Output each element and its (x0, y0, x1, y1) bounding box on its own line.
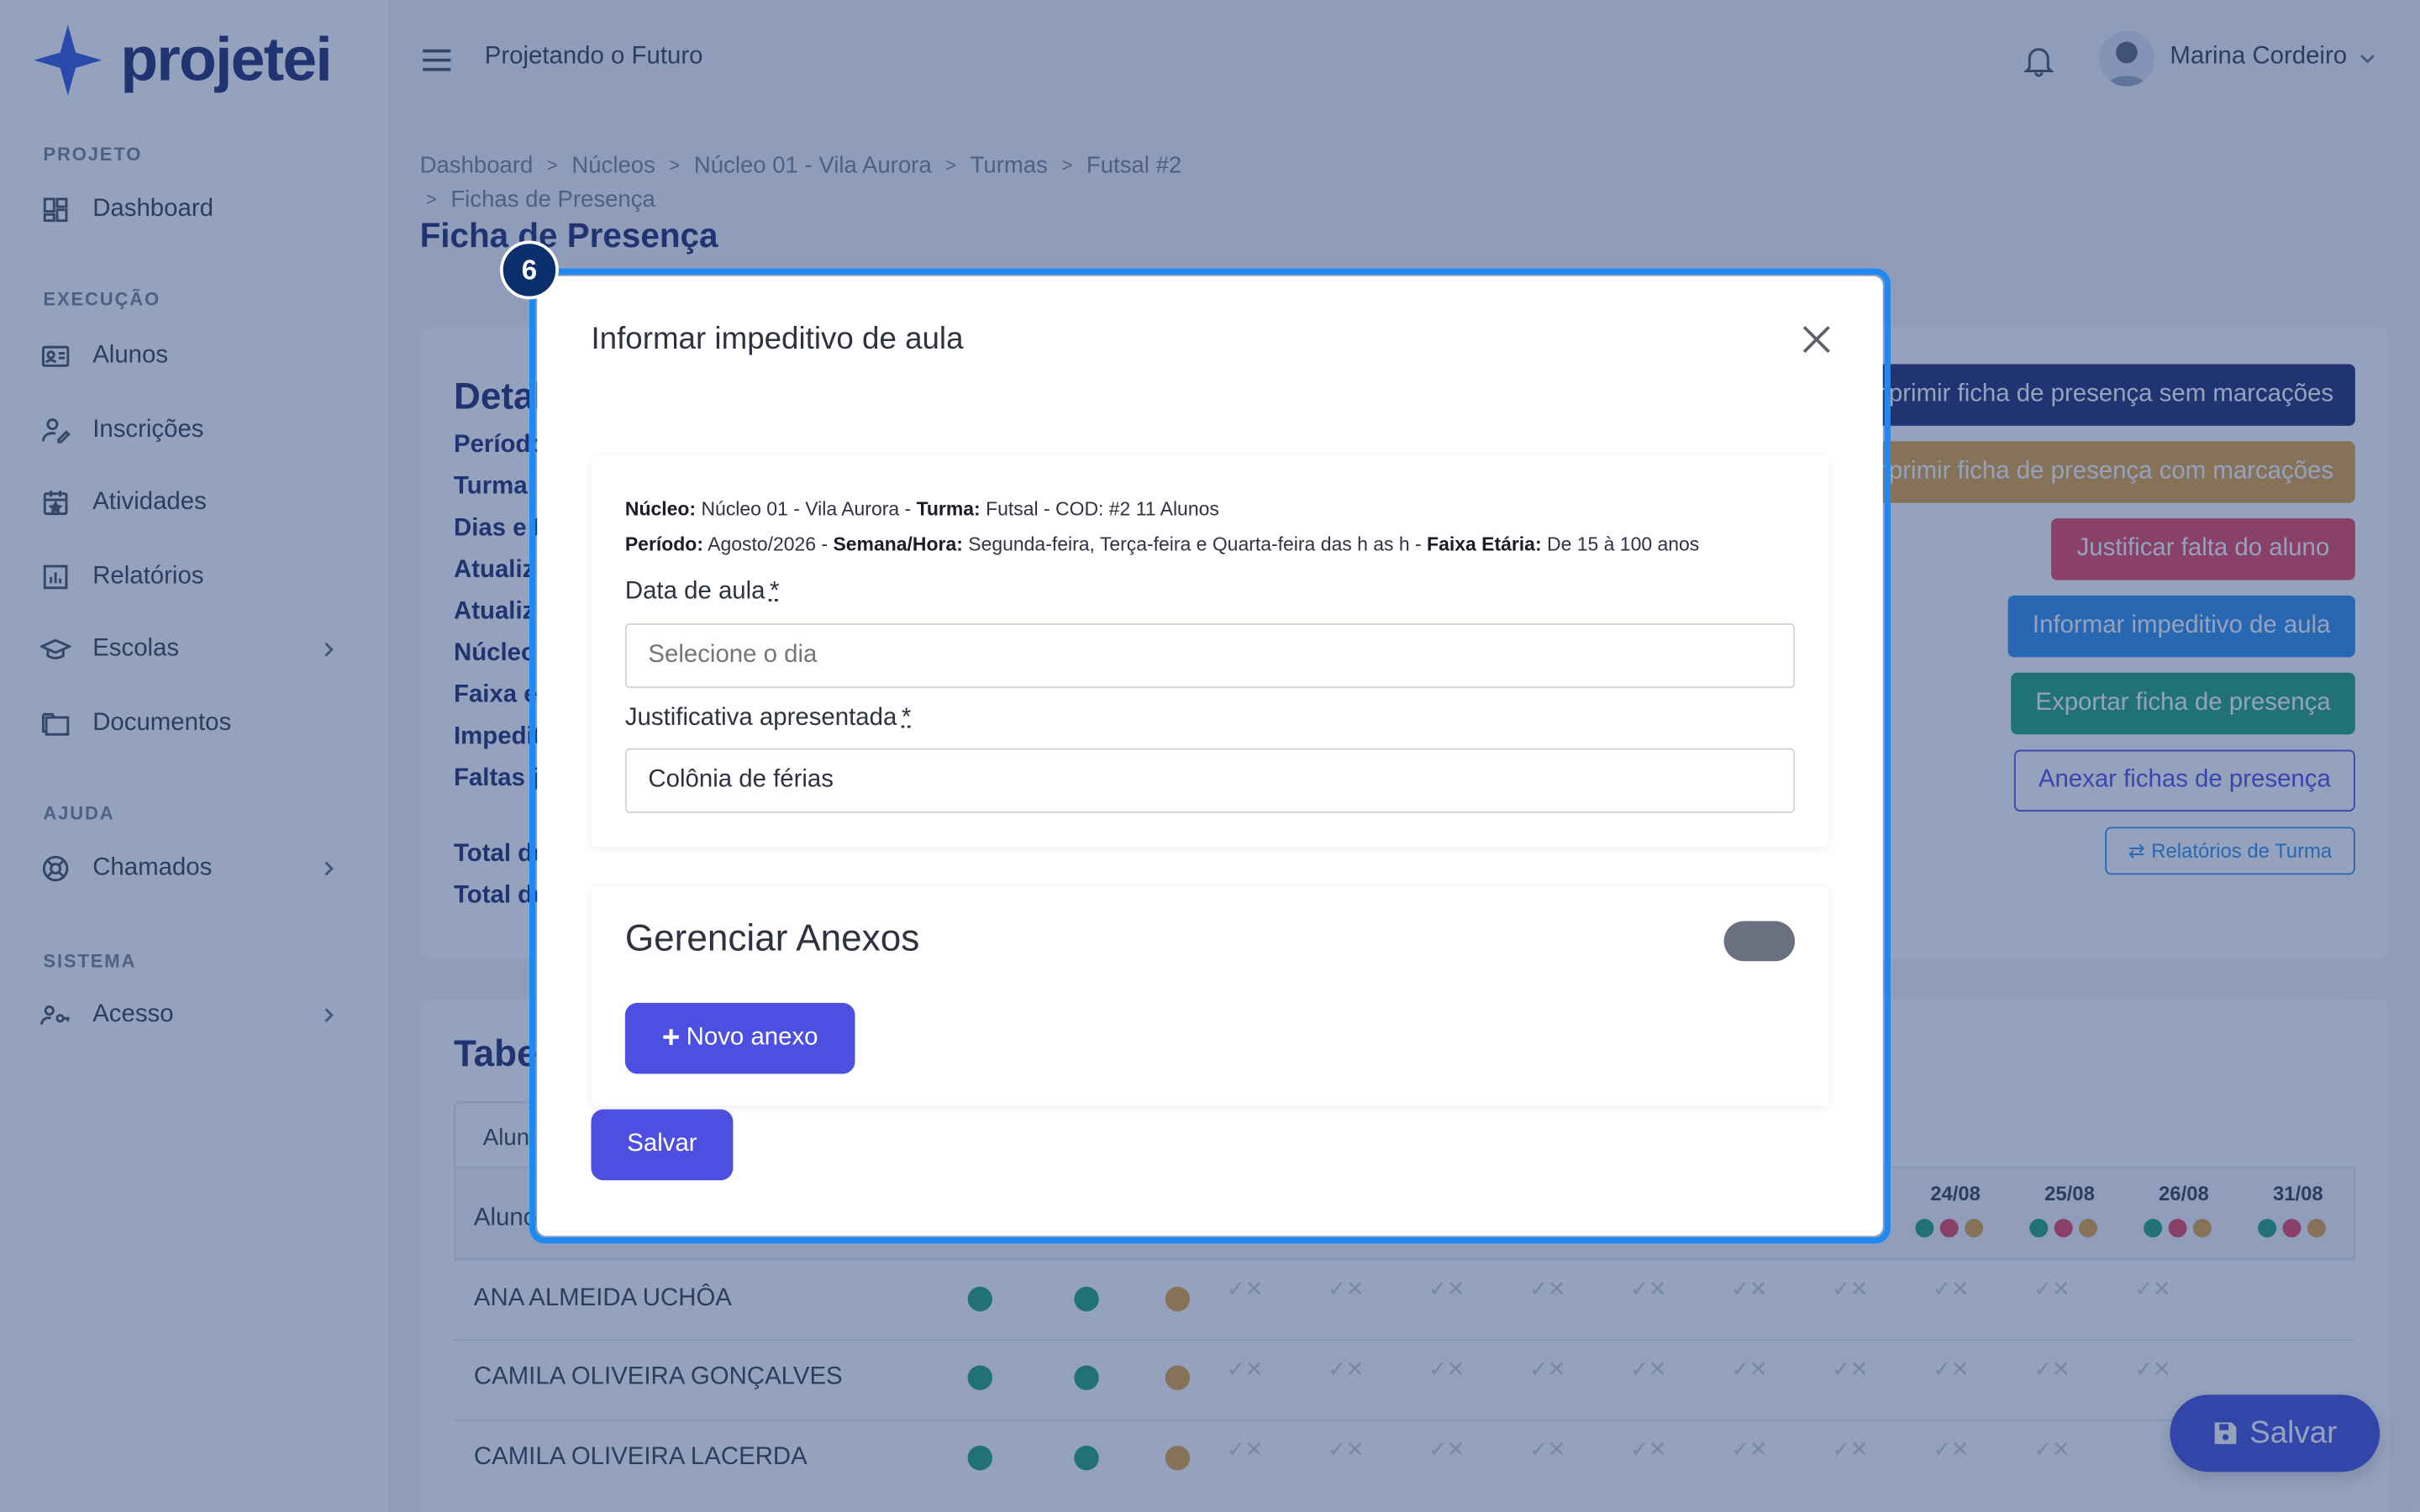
annex-toggle[interactable] (1723, 921, 1796, 962)
justification-input[interactable] (624, 748, 1796, 813)
date-label-text: Data de aula (624, 578, 765, 605)
info-semana-label: Semana/Hora: (833, 533, 963, 556)
info-turma-value: Futsal - COD: #2 11 Alunos (986, 498, 1219, 520)
impediment-modal: Informar impeditivo de aula Núcleo: Núcl… (537, 276, 1883, 1236)
info-semana-value: Segunda-feira, Terça-feira e Quarta-feir… (968, 533, 1428, 556)
modal-title: Informar impeditivo de aula (591, 322, 964, 357)
info-periodo-label: Período: (624, 533, 703, 556)
close-icon[interactable] (1800, 323, 1833, 356)
date-field-label: Data de aula * (625, 579, 780, 606)
modal-save-button[interactable]: Salvar (591, 1109, 734, 1181)
required-mark: * (770, 578, 780, 605)
class-info-card: Núcleo: Núcleo 01 - Vila Aurora - Turma:… (591, 454, 1829, 848)
period-info-line: Período: Agosto/2026 - Semana/Hora: Segu… (625, 533, 1699, 555)
annex-title: Gerenciar Anexos (624, 917, 920, 960)
new-annex-button[interactable]: + Novo anexo (624, 1002, 855, 1074)
info-faixa-label: Faixa Etária: (1427, 533, 1542, 556)
new-annex-label: Novo anexo (686, 1024, 818, 1051)
required-mark: * (901, 705, 912, 732)
annex-card: Gerenciar Anexos + Novo anexo (591, 887, 1829, 1106)
justification-label-text: Justificativa apresentada (624, 705, 897, 732)
step-badge: 6 (500, 240, 559, 300)
class-info-line: Núcleo: Núcleo 01 - Vila Aurora - Turma:… (625, 498, 1219, 520)
justification-field-label: Justificativa apresentada * (625, 705, 911, 732)
info-turma-label: Turma: (916, 498, 981, 520)
date-input[interactable] (624, 623, 1796, 689)
plus-icon: + (661, 1020, 681, 1055)
info-periodo-value: Agosto/2026 - (708, 533, 834, 556)
info-nucleo-label: Núcleo: (624, 498, 697, 520)
info-nucleo-value: Núcleo 01 - Vila Aurora - (701, 498, 917, 520)
info-faixa-value: De 15 à 100 anos (1547, 533, 1700, 556)
